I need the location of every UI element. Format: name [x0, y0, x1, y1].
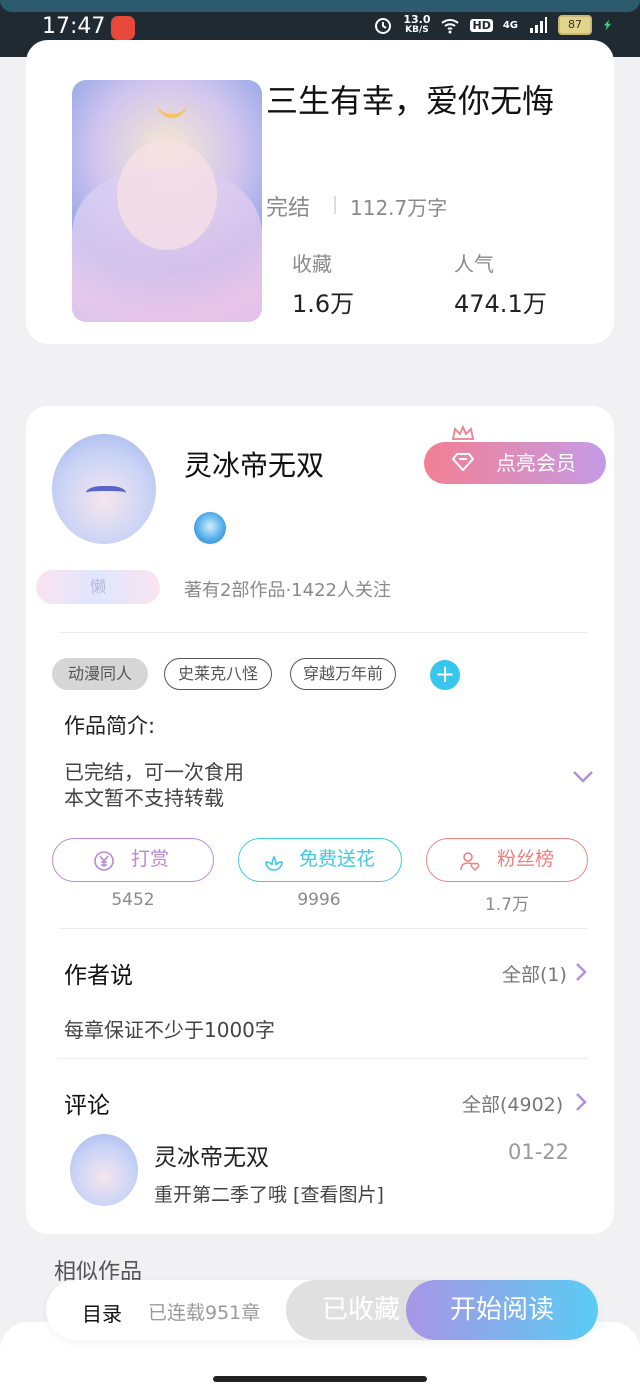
fan-count: 1.7万 — [484, 895, 530, 915]
net-rate-value: 13.0 — [403, 13, 431, 26]
author-says-all-link[interactable]: 全部(1) — [502, 960, 567, 987]
tip-label: 打赏 — [131, 848, 170, 870]
book-title: 三生有幸，爱你无悔 — [266, 82, 555, 120]
tag-item[interactable]: 史莱克八怪 — [164, 658, 272, 690]
comments-all-link[interactable]: 全部(4902) — [462, 1090, 563, 1117]
tip-button[interactable]: 打赏 — [52, 838, 214, 882]
tag-item[interactable]: 动漫同人 — [52, 658, 148, 690]
status-time: 17:47 — [42, 14, 106, 39]
author-says-text: 每章保证不少于1000字 — [64, 1018, 275, 1042]
home-indicator[interactable] — [213, 1376, 427, 1382]
network-type: 4G — [502, 19, 518, 31]
book-status: 完结 — [266, 196, 311, 221]
hd-badge: HD — [470, 18, 493, 32]
divider — [58, 928, 588, 929]
book-status-divider — [334, 196, 336, 214]
author-medal-icon[interactable] — [194, 512, 226, 544]
fan-heart-user-icon — [460, 852, 480, 872]
divider — [58, 632, 588, 633]
author-name[interactable]: 灵冰帝无双 — [184, 444, 324, 484]
yen-coin-icon — [94, 851, 114, 871]
battery-icon: 87 — [558, 15, 592, 35]
tip-count: 5452 — [111, 890, 155, 910]
serial-info: 已连载951章 — [148, 1302, 261, 1324]
author-says-title: 作者说 — [64, 963, 133, 989]
collect-label: 收藏 — [292, 252, 332, 276]
charging-icon — [603, 19, 611, 31]
commenter-name[interactable]: 灵冰帝无双 — [154, 1138, 269, 1172]
tag-item[interactable]: 穿越万年前 — [290, 658, 396, 690]
alarm-icon — [375, 18, 392, 34]
comment-text[interactable]: 重开第二季了哦 [查看图片] — [154, 1180, 384, 1207]
divider — [58, 1058, 588, 1059]
net-rate-unit: KB/S — [405, 25, 429, 35]
author-meta: 著有2部作品·1422人关注 — [184, 580, 391, 601]
cover-art-crown — [157, 88, 187, 118]
comments-title: 评论 — [64, 1093, 110, 1119]
chevron-down-icon[interactable] — [572, 770, 594, 784]
popularity-value: 474.1万 — [454, 290, 547, 318]
fan-rank-button[interactable]: 粉丝榜 — [426, 838, 588, 882]
status-bar-edge — [0, 0, 640, 12]
cover-art-face — [117, 140, 217, 250]
net-rate: 13.0 KB/S — [403, 14, 430, 36]
collect-value: 1.6万 — [292, 290, 355, 318]
wifi-icon — [441, 19, 460, 34]
signal-icon — [530, 17, 547, 33]
add-tag-button[interactable]: + — [430, 660, 460, 690]
popularity-label: 人气 — [454, 252, 494, 276]
vip-button[interactable]: 点亮会员 — [424, 442, 606, 484]
chevron-right-icon[interactable] — [574, 1092, 588, 1112]
avatar-eyes — [86, 486, 126, 503]
start-reading-button[interactable]: 开始阅读 — [406, 1280, 598, 1340]
send-flower-button[interactable]: 免费送花 — [238, 838, 402, 882]
comment-date: 01-22 — [508, 1140, 570, 1164]
vip-button-label: 点亮会员 — [496, 451, 576, 475]
author-title-badge: 懒 — [36, 570, 160, 604]
author-avatar[interactable] — [52, 434, 156, 544]
book-word-count: 112.7万字 — [350, 196, 448, 220]
crown-icon — [451, 425, 475, 440]
intro-line: 已完结，可一次食用 — [64, 760, 244, 784]
intro-line: 本文暂不支持转载 — [64, 786, 224, 810]
flower-count: 9996 — [297, 890, 341, 910]
commenter-avatar[interactable] — [70, 1134, 138, 1206]
book-cover[interactable] — [72, 80, 262, 322]
app-notification-icon — [111, 16, 135, 40]
diamond-icon — [452, 453, 474, 471]
send-flower-label: 免费送花 — [299, 848, 376, 870]
chevron-right-icon[interactable] — [574, 962, 588, 982]
intro-title: 作品简介: — [64, 714, 156, 738]
fan-rank-label: 粉丝榜 — [497, 848, 555, 870]
flower-icon — [265, 855, 283, 871]
catalog-button[interactable]: 目录 — [82, 1298, 122, 1327]
